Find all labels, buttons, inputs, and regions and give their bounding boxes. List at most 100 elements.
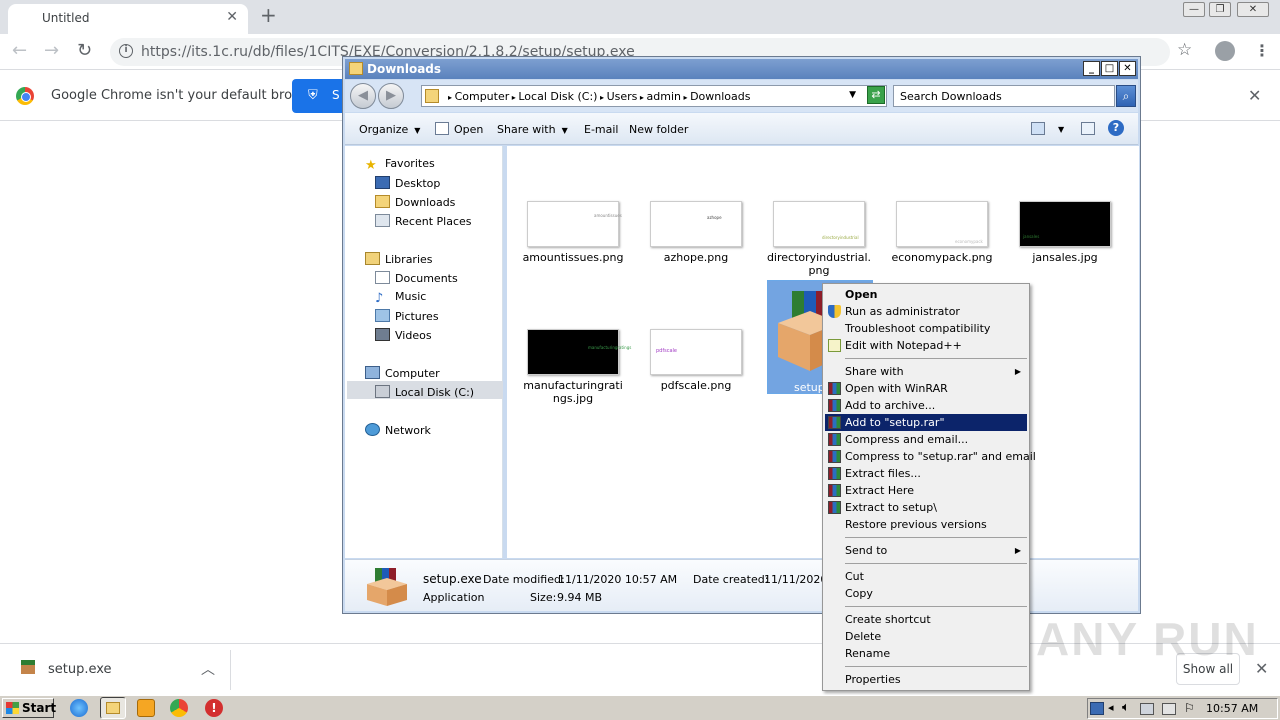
- nav-music[interactable]: ♪ Music: [375, 290, 426, 306]
- menu-open[interactable]: Open: [825, 286, 1027, 303]
- stop-sign-icon[interactable]: !: [205, 699, 223, 717]
- explorer-breadcrumb-bar[interactable]: ▸ Computer ▸ Local Disk (C:) ▸ Users ▸ a…: [421, 85, 887, 107]
- file-thumbnail[interactable]: amountissues: [527, 201, 622, 247]
- nav-computer[interactable]: Computer: [365, 366, 440, 380]
- tab-close-icon[interactable]: ✕: [226, 9, 238, 25]
- chevron-up-icon[interactable]: ︿: [201, 659, 215, 679]
- infobar-close-icon[interactable]: ✕: [1248, 86, 1261, 105]
- network-tray-icon[interactable]: [1140, 703, 1154, 715]
- breadcrumb-downloads[interactable]: Downloads: [690, 90, 750, 103]
- profile-avatar-icon[interactable]: [1215, 41, 1235, 61]
- nav-downloads[interactable]: Downloads: [375, 195, 455, 209]
- file-thumbnail[interactable]: manufacturingratings: [527, 329, 631, 375]
- start-button[interactable]: Start: [2, 698, 56, 718]
- bookmark-star-icon[interactable]: ☆: [1177, 40, 1192, 60]
- restore-button[interactable]: ❐: [1209, 2, 1231, 17]
- menu-share-with[interactable]: Share with ▶: [825, 363, 1027, 380]
- menu-properties[interactable]: Properties: [825, 671, 1027, 688]
- menu-open-winrar[interactable]: Open with WinRAR: [825, 380, 1027, 397]
- file-name[interactable]: jansales.jpg: [1010, 251, 1120, 264]
- preview-pane-icon[interactable]: [1081, 122, 1095, 135]
- menu-kebab-icon[interactable]: ⋮: [1254, 41, 1270, 60]
- reload-icon[interactable]: ↻: [77, 41, 92, 61]
- minimize-button[interactable]: —: [1183, 2, 1205, 17]
- explorer-minimize-button[interactable]: _: [1083, 61, 1100, 76]
- menu-extract-files[interactable]: Extract files...: [825, 465, 1027, 482]
- menu-extract-to[interactable]: Extract to setup\: [825, 499, 1027, 516]
- nav-recent-places[interactable]: Recent Places: [375, 214, 472, 228]
- file-name[interactable]: azhope.png: [641, 251, 751, 264]
- nav-documents[interactable]: Documents: [375, 271, 458, 285]
- browser-tab[interactable]: Untitled ✕: [8, 4, 248, 34]
- explorer-close-button[interactable]: ✕: [1119, 61, 1136, 76]
- file-thumbnail[interactable]: directoryindustrial: [773, 201, 865, 247]
- media-player-icon[interactable]: [137, 699, 155, 717]
- organize-button[interactable]: Organize ▼: [359, 123, 420, 136]
- share-with-button[interactable]: Share with ▼: [497, 123, 568, 136]
- nav-videos[interactable]: Videos: [375, 328, 432, 342]
- open-button[interactable]: Open: [454, 123, 483, 136]
- internet-explorer-icon[interactable]: [70, 699, 88, 717]
- breadcrumb-local-disk[interactable]: Local Disk (C:): [518, 90, 597, 103]
- menu-run-as-admin[interactable]: Run as administrator: [825, 303, 1027, 320]
- nav-network[interactable]: Network: [365, 423, 431, 437]
- nav-desktop[interactable]: Desktop: [375, 176, 440, 190]
- forward-arrow-icon[interactable]: →: [44, 41, 59, 61]
- file-thumbnail[interactable]: jansales: [1019, 201, 1111, 247]
- breadcrumb-users[interactable]: Users: [607, 90, 638, 103]
- file-name[interactable]: directoryindustrial.png: [764, 251, 874, 277]
- forward-button[interactable]: ▶: [378, 83, 404, 109]
- menu-edit-notepad[interactable]: Edit with Notepad++: [825, 337, 1027, 354]
- file-thumbnail[interactable]: economypack: [896, 201, 988, 247]
- menu-copy[interactable]: Copy: [825, 585, 1027, 602]
- nav-libraries[interactable]: Libraries: [365, 252, 433, 266]
- menu-cut[interactable]: Cut: [825, 568, 1027, 585]
- close-window-button[interactable]: ✕: [1237, 2, 1269, 17]
- view-options-icon[interactable]: [1031, 122, 1045, 135]
- search-input[interactable]: Search Downloads: [893, 85, 1115, 107]
- view-dropdown-icon[interactable]: ▼: [1058, 125, 1064, 134]
- explorer-maximize-button[interactable]: □: [1101, 61, 1118, 76]
- menu-troubleshoot[interactable]: Troubleshoot compatibility: [825, 320, 1027, 337]
- file-thumbnail[interactable]: azhope: [650, 201, 742, 247]
- new-folder-button[interactable]: New folder: [629, 123, 688, 136]
- file-name[interactable]: amountissues.png: [518, 251, 628, 264]
- clock[interactable]: 10:57 AM: [1206, 702, 1258, 715]
- breadcrumb-admin[interactable]: admin: [647, 90, 681, 103]
- file-name[interactable]: economypack.png: [887, 251, 997, 264]
- menu-compress-email[interactable]: Compress and email...: [825, 431, 1027, 448]
- menu-create-shortcut[interactable]: Create shortcut: [825, 611, 1027, 628]
- nav-favorites[interactable]: ★ Favorites: [365, 157, 435, 173]
- explorer-title-bar[interactable]: Downloads _ □ ✕: [345, 59, 1138, 79]
- menu-add-archive[interactable]: Add to archive...: [825, 397, 1027, 414]
- file-name[interactable]: manufacturingratings.jpg: [520, 379, 626, 405]
- menu-restore-versions[interactable]: Restore previous versions: [825, 516, 1027, 533]
- download-item-name[interactable]: setup.exe: [48, 662, 112, 677]
- language-icon[interactable]: ◂: [1108, 701, 1114, 714]
- explorer-taskbar-button[interactable]: [100, 697, 126, 719]
- site-info-icon[interactable]: i: [119, 44, 133, 58]
- search-magnifier-icon[interactable]: ⌕: [1116, 85, 1136, 107]
- flag-icon[interactable]: ⚐: [1184, 701, 1195, 715]
- refresh-button[interactable]: ⇄: [867, 86, 885, 104]
- email-button[interactable]: E-mail: [584, 123, 619, 136]
- menu-extract-here[interactable]: Extract Here: [825, 482, 1027, 499]
- file-name[interactable]: pdfscale.png: [641, 379, 751, 392]
- menu-compress-setup-email[interactable]: Compress to "setup.rar" and email: [825, 448, 1036, 465]
- menu-add-setup-rar[interactable]: Add to "setup.rar": [825, 414, 1027, 431]
- nav-local-disk[interactable]: Local Disk (C:): [375, 385, 474, 399]
- chrome-taskbar-icon[interactable]: [170, 699, 188, 717]
- volume-icon[interactable]: 🔈︎: [1122, 700, 1130, 715]
- file-thumbnail[interactable]: pdfscale: [650, 329, 742, 375]
- back-button[interactable]: ◀: [350, 83, 376, 109]
- address-dropdown-icon[interactable]: ▼: [849, 90, 856, 100]
- menu-delete[interactable]: Delete: [825, 628, 1027, 645]
- new-tab-plus-icon[interactable]: +: [260, 5, 277, 25]
- show-desktop-icon[interactable]: [1090, 702, 1104, 715]
- help-icon[interactable]: ?: [1108, 120, 1124, 136]
- menu-rename[interactable]: Rename: [825, 645, 1027, 662]
- breadcrumb-computer[interactable]: Computer: [455, 90, 510, 103]
- back-arrow-icon[interactable]: ←: [12, 41, 27, 61]
- menu-send-to[interactable]: Send to ▶: [825, 542, 1027, 559]
- nav-pictures[interactable]: Pictures: [375, 309, 439, 323]
